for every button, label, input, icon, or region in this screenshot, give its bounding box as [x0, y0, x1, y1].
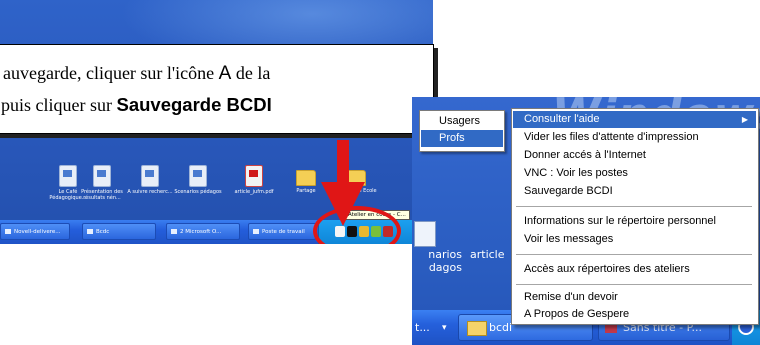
menu-item-informations-repertoire[interactable]: Informations sur le répertoire personnel — [513, 213, 756, 230]
submenu-arrow-icon: ▶ — [741, 115, 748, 124]
document-icon — [93, 165, 111, 187]
down-arrow-icon — [321, 140, 365, 226]
menu-item-a-propos[interactable]: A Propos de Gespere — [513, 306, 756, 323]
taskbar-button-poste-de-travail[interactable]: Poste de travail — [248, 223, 316, 240]
menu-item-acces-repertoires-ateliers[interactable]: Accès aux répertoires des ateliers — [513, 261, 756, 278]
desktop-icon-article-pdf[interactable]: article_jufm.pdf — [226, 165, 282, 195]
submenu-usagers-profs: Usagers Profs — [419, 110, 505, 152]
pdf-icon — [245, 165, 263, 187]
gespere-context-menu: Consulter l'aide ▶ Vider les files d'atte… — [511, 108, 759, 325]
instruction-callout: auvegarde, cliquer sur l'icône A de la p… — [0, 44, 434, 134]
menu-item-voir-messages[interactable]: Voir les messages — [513, 231, 756, 248]
window-icon — [87, 229, 93, 234]
document-icon — [141, 165, 159, 187]
desktop-label-scenarios[interactable]: narios dagos — [412, 248, 462, 274]
menu-item-vider-files[interactable]: Vider les files d'attente d'impression — [513, 129, 756, 146]
menu-item-sauvegarde-bcdi[interactable]: Sauvegarde BCDI — [513, 183, 756, 200]
taskbar-button-novell[interactable]: Novell-delivere... — [0, 223, 70, 240]
menu-separator — [516, 284, 752, 285]
taskbar-button-bcdc[interactable]: Bcdc — [82, 223, 156, 240]
document-icon — [414, 221, 436, 247]
folder-icon — [296, 170, 316, 186]
menu-item-remise-devoir[interactable]: Remise d'un devoir — [513, 289, 756, 306]
folder-icon — [467, 321, 487, 336]
menu-separator — [516, 254, 752, 255]
submenu-item-profs[interactable]: Profs — [421, 130, 503, 147]
window-icon — [171, 229, 177, 234]
menu-separator — [516, 206, 752, 207]
menu-item-vnc[interactable]: VNC : Voir les postes — [513, 165, 756, 182]
document-icon — [189, 165, 207, 187]
callout-line-1: auvegarde, cliquer sur l'icône A de la — [3, 63, 271, 84]
desktop-icon-scenarios[interactable]: Scenarios pédagos — [170, 165, 226, 195]
desktop-label-article[interactable]: article — [470, 248, 505, 261]
menu-item-donner-acces-internet[interactable]: Donner accés à l'Internet — [513, 147, 756, 164]
submenu-item-usagers[interactable]: Usagers — [421, 113, 503, 130]
chevron-down-icon[interactable]: ▾ — [442, 316, 452, 340]
window-icon — [5, 229, 11, 234]
taskbar-button-microsoft-office[interactable]: 2 Microsoft O... — [166, 223, 240, 240]
callout-line-2: puis cliquer sur Sauvegarde BCDI — [1, 94, 272, 115]
menu-item-consulter-aide[interactable]: Consulter l'aide ▶ — [513, 111, 756, 128]
computer-icon — [253, 229, 259, 234]
